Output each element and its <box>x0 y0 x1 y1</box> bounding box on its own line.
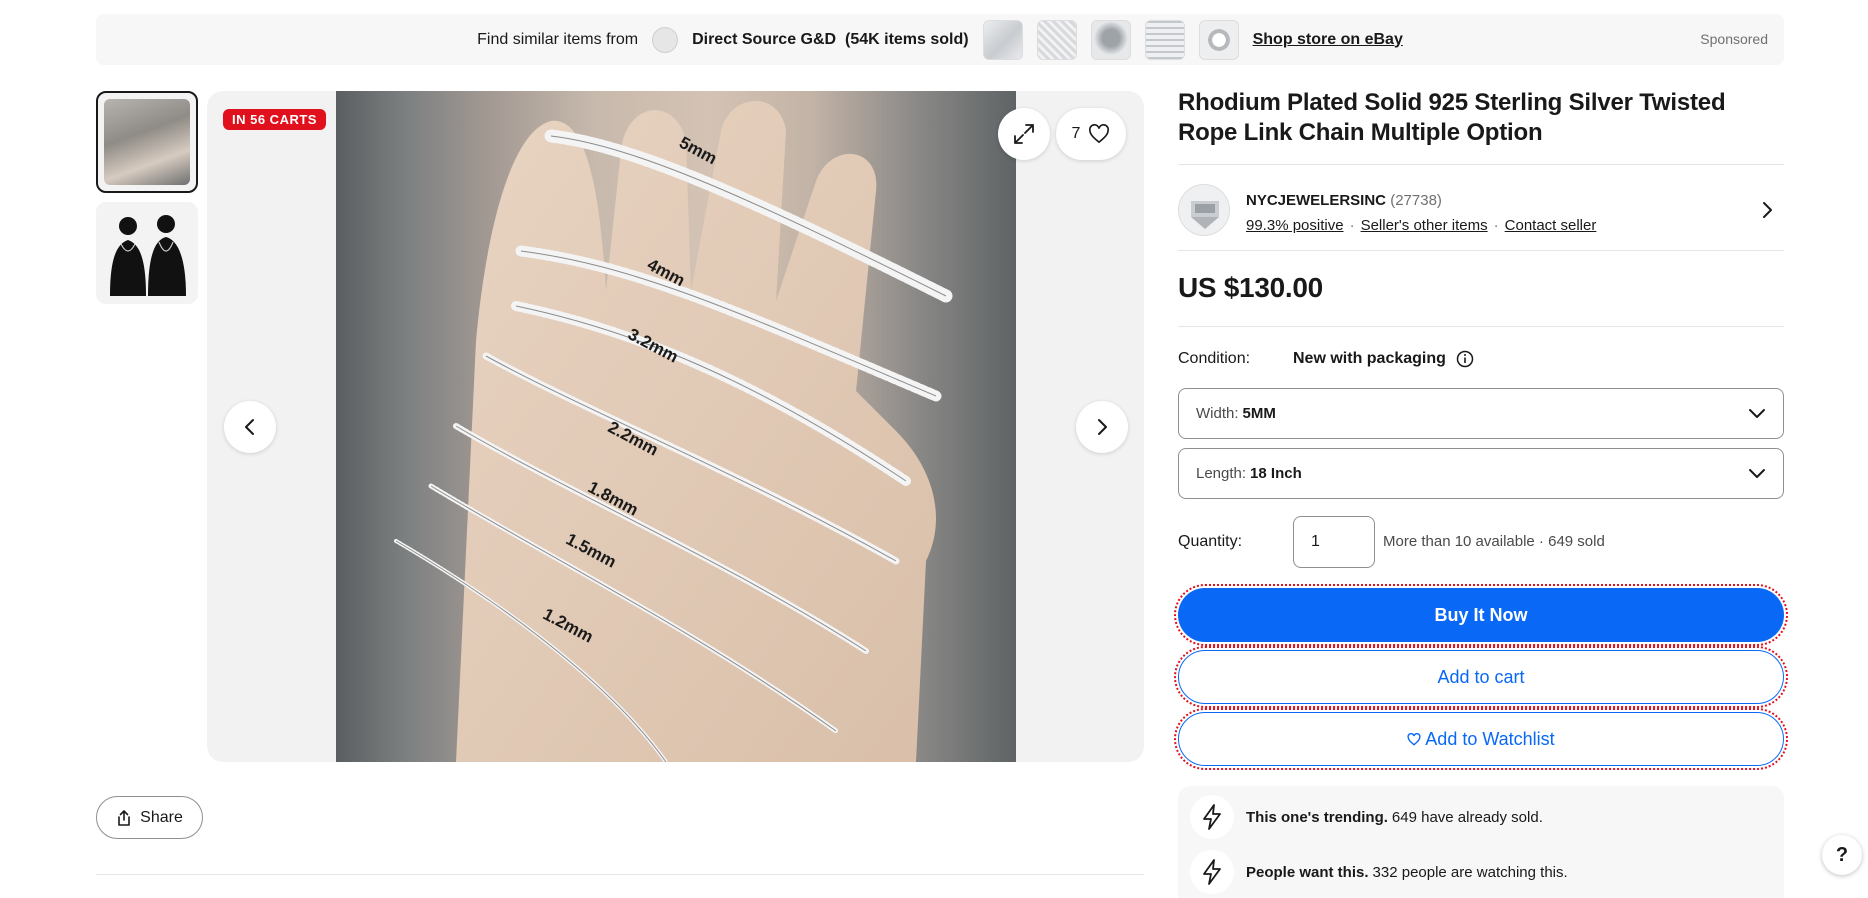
next-image-button[interactable] <box>1076 401 1128 453</box>
divider <box>96 874 1144 875</box>
signal-bold: This one's trending. <box>1246 808 1388 826</box>
trending-signal: This one's trending. 649 have already so… <box>1190 795 1543 839</box>
chevron-down-icon <box>1749 409 1765 418</box>
hand-chains-illustration <box>394 101 953 762</box>
seller-card[interactable]: NYCJEWELERSINC (27738) 99.3% positive · … <box>1178 166 1784 254</box>
main-product-image[interactable]: 5mm 4mm 3.2mm 2.2mm 1.8mm 1.5mm 1.2mm IN… <box>207 91 1144 762</box>
find-similar-text: Find similar items from <box>477 30 639 48</box>
divider <box>1178 326 1784 327</box>
condition-value: New with packaging <box>1293 350 1446 367</box>
signal-bold: People want this. <box>1246 863 1369 881</box>
contact-seller-link[interactable]: Contact seller <box>1505 217 1597 234</box>
lightning-icon <box>1190 795 1234 839</box>
store-item-thumbnail[interactable] <box>1144 19 1185 60</box>
urgency-signals: This one's trending. 649 have already so… <box>1178 786 1784 898</box>
heart-icon <box>1089 124 1110 144</box>
availability-text: More than 10 available · 649 sold <box>1383 533 1605 550</box>
watch-count: 7 <box>1071 125 1081 142</box>
sponsored-label: Sponsored <box>1700 31 1768 47</box>
condition-label: Condition: <box>1178 350 1251 367</box>
store-item-thumbnail[interactable] <box>982 19 1023 60</box>
price: US $130.00 <box>1178 272 1323 303</box>
in-carts-badge: IN 56 CARTS <box>223 109 326 130</box>
length-select-label: Length: <box>1196 465 1247 482</box>
help-button[interactable]: ? <box>1822 835 1862 875</box>
thumbnail-size-silhouettes[interactable] <box>96 202 198 304</box>
shop-store-link[interactable]: Shop store on eBay <box>1253 31 1403 49</box>
thumbnail-hand-chains[interactable] <box>96 91 198 193</box>
add-to-watchlist-button[interactable]: Add to Watchlist <box>1174 708 1788 770</box>
signal-text: 332 people are watching this. <box>1372 863 1568 881</box>
expand-image-button[interactable] <box>998 108 1050 160</box>
chevron-down-icon <box>1749 469 1765 478</box>
length-select-value: 18 Inch <box>1250 465 1302 482</box>
share-label: Share <box>140 808 183 826</box>
expand-icon <box>1014 124 1034 144</box>
store-item-thumbnail[interactable] <box>1198 19 1239 60</box>
share-icon <box>118 809 130 826</box>
product-photo: 5mm 4mm 3.2mm 2.2mm 1.8mm 1.5mm 1.2mm <box>336 91 1016 762</box>
listing-title: Rhodium Plated Solid 925 Sterling Silver… <box>1178 89 1726 146</box>
length-select[interactable]: Length: 18 Inch <box>1178 448 1784 499</box>
listing-details: Rhodium Plated Solid 925 Sterling Silver… <box>1174 88 1788 898</box>
seller-other-items-link[interactable]: Seller's other items <box>1361 217 1488 234</box>
store-item-thumbnail[interactable] <box>1036 19 1077 60</box>
divider <box>1178 250 1784 251</box>
chevron-right-icon[interactable] <box>1758 200 1776 220</box>
quantity-row: Quantity: 1 More than 10 available · 649… <box>1178 516 1784 568</box>
add-to-cart-button[interactable]: Add to cart <box>1174 646 1788 708</box>
quantity-input[interactable]: 1 <box>1293 516 1375 568</box>
lightning-icon <box>1190 850 1234 894</box>
info-icon[interactable] <box>1456 350 1474 368</box>
separator-dot: · <box>1349 217 1355 234</box>
sponsored-store-banner: Find similar items from Direct Source G&… <box>96 14 1784 65</box>
condition-row: Condition: New with packaging <box>1178 350 1474 368</box>
quantity-label: Quantity: <box>1178 533 1243 550</box>
seller-name[interactable]: NYCJEWELERSINC <box>1246 192 1386 209</box>
add-to-watchlist-label: Add to Watchlist <box>1425 728 1555 749</box>
seller-avatar[interactable] <box>1178 184 1230 236</box>
watch-count-button[interactable]: 7 <box>1056 108 1126 160</box>
store-logo[interactable] <box>652 26 679 53</box>
width-select-value: 5MM <box>1242 405 1276 422</box>
share-button[interactable]: Share <box>96 796 203 839</box>
width-select[interactable]: Width: 5MM <box>1178 388 1784 439</box>
heart-icon <box>1407 732 1421 746</box>
gallery-thumbnails <box>96 91 198 313</box>
previous-image-button[interactable] <box>224 401 276 453</box>
seller-name-line: NYCJEWELERSINC (27738) <box>1246 192 1442 209</box>
chevron-right-icon <box>1098 419 1107 435</box>
store-item-thumbnail[interactable] <box>1090 19 1131 60</box>
width-select-label: Width: <box>1196 405 1239 422</box>
seller-logo <box>1191 201 1219 229</box>
separator-dot: · <box>1493 217 1499 234</box>
watchers-signal: People want this. 332 people are watchin… <box>1190 850 1568 894</box>
signal-text: 649 have already sold. <box>1391 808 1543 826</box>
seller-links: 99.3% positive · Seller's other items · … <box>1246 217 1596 234</box>
buy-it-now-button[interactable]: Buy It Now <box>1174 584 1788 646</box>
seller-feedback-count: (27738) <box>1390 192 1442 209</box>
divider <box>1178 164 1784 165</box>
chevron-left-icon <box>245 419 254 435</box>
store-name[interactable]: Direct Source G&D (54K items sold) <box>692 31 969 49</box>
seller-positive-feedback-link[interactable]: 99.3% positive <box>1246 217 1344 234</box>
